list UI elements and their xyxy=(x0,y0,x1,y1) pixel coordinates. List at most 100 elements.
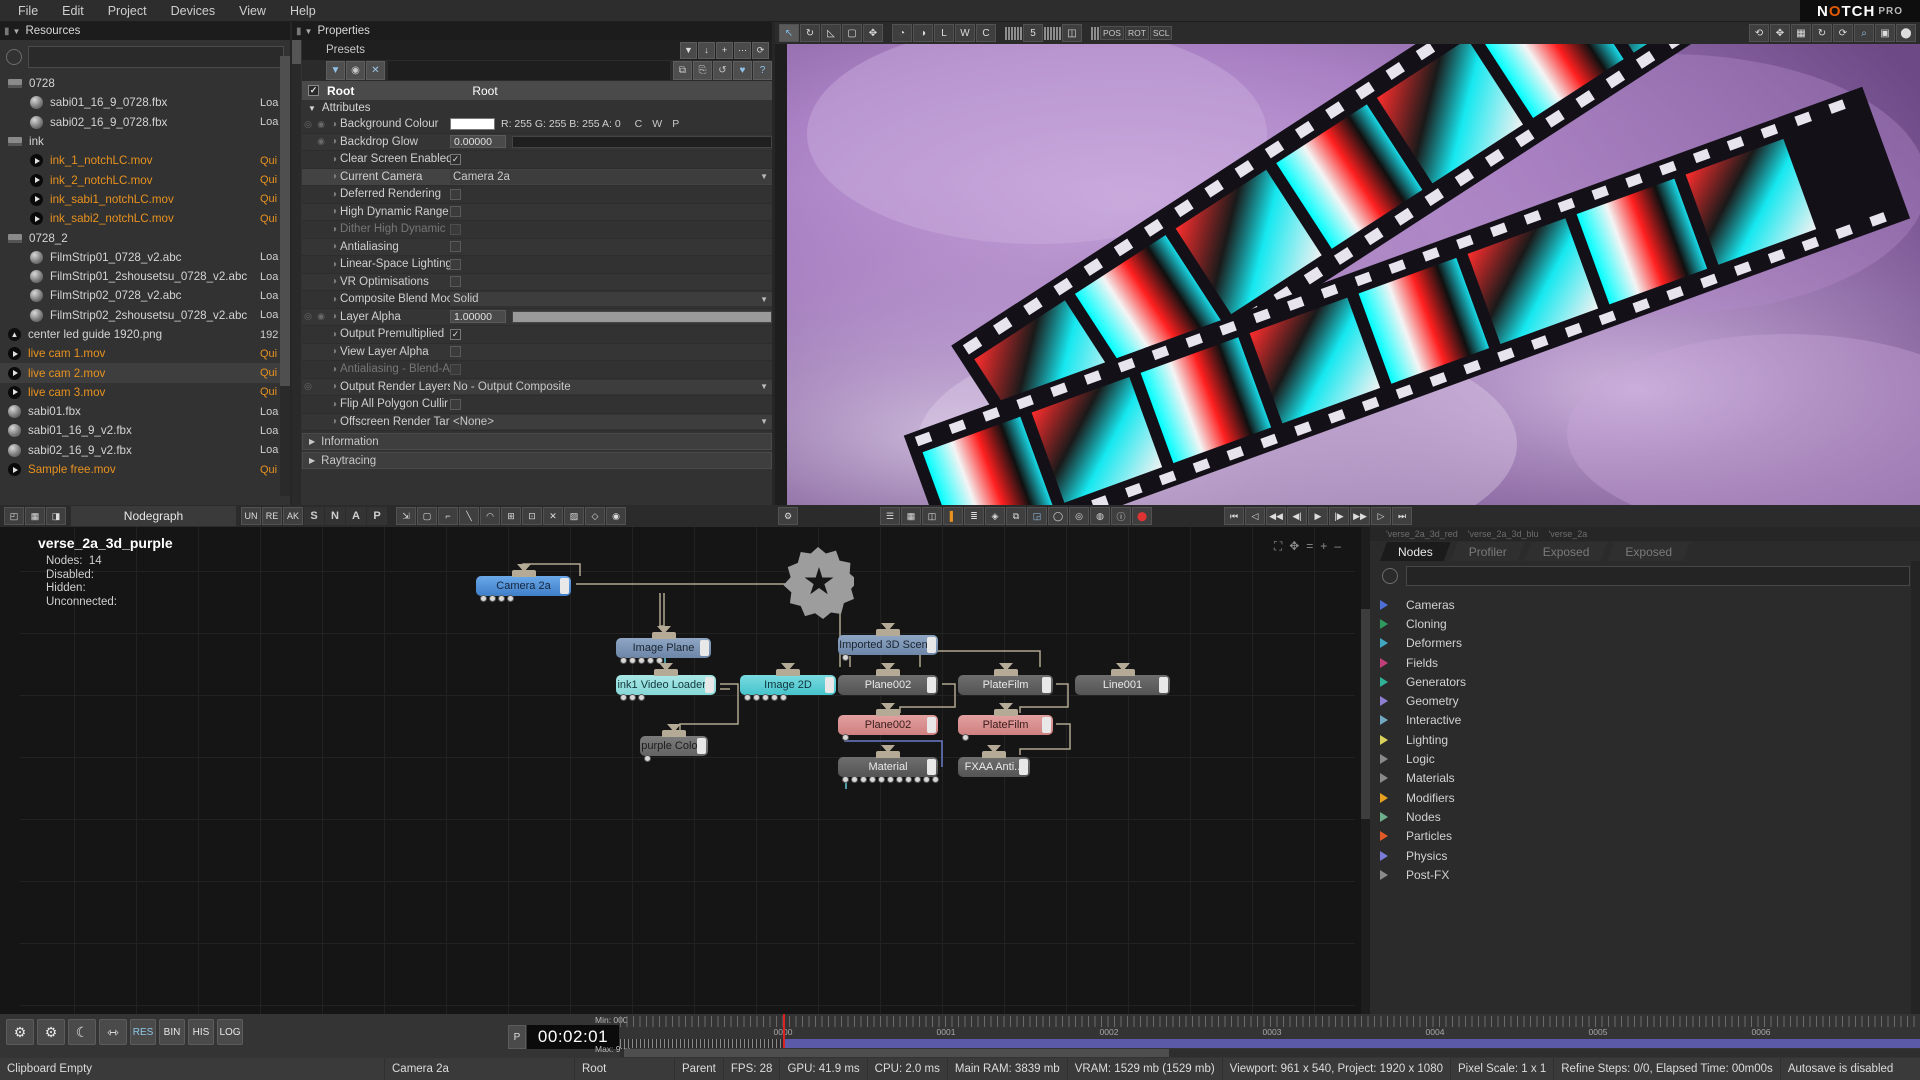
library-category-interactive[interactable]: Interactive xyxy=(1370,711,1920,730)
record-red-icon[interactable]: ⬤ xyxy=(1132,507,1152,525)
info-dot-icon[interactable]: ◑ xyxy=(328,206,340,217)
node-input-cap[interactable] xyxy=(651,632,676,639)
timeline-playhead[interactable] xyxy=(783,1014,785,1048)
node-output-port[interactable] xyxy=(1042,717,1051,733)
graph-node[interactable]: PlateFilm xyxy=(958,703,1053,741)
property-row[interactable]: ◑ Deferred Rendering xyxy=(302,186,772,204)
key-dot-icon[interactable]: ◉ xyxy=(314,119,328,130)
step-back-icon[interactable]: ◀| xyxy=(1287,507,1307,525)
hatch-icon[interactable]: ▨ xyxy=(564,507,584,525)
graph-node[interactable]: Image 2D xyxy=(740,663,836,701)
scl-ticks-icon[interactable] xyxy=(1091,24,1099,42)
node-group-gear[interactable] xyxy=(783,547,854,619)
properties-left-scrollbar[interactable] xyxy=(292,40,301,505)
orange-layer-icon[interactable]: ▌ xyxy=(943,507,963,525)
library-category-cameras[interactable]: Cameras xyxy=(1370,595,1920,614)
node-input-cap[interactable] xyxy=(993,709,1018,716)
attributes-header[interactable]: ▼ Attributes xyxy=(302,100,772,116)
moon-icon[interactable]: ☾ xyxy=(68,1019,96,1045)
library-tab-exposed[interactable]: Exposed xyxy=(1607,542,1690,561)
disc-icon[interactable]: ◍ xyxy=(1090,507,1110,525)
resource-item[interactable]: sabi01_16_9_0728.fbx Loa xyxy=(0,93,290,112)
move-icon[interactable]: ✥ xyxy=(1770,24,1790,42)
toggle-a[interactable]: A xyxy=(346,507,366,525)
node-input-cap[interactable] xyxy=(654,669,678,676)
node-input-cap[interactable] xyxy=(511,570,536,577)
keys-icon[interactable]: ⧉ xyxy=(1006,507,1026,525)
nodegraph-vertical-scrollbar[interactable] xyxy=(1361,527,1370,1014)
node-output-port[interactable] xyxy=(697,738,706,754)
graph-node[interactable]: ink1 Video Loader... xyxy=(616,663,716,701)
graph-node[interactable]: Plane002 xyxy=(838,663,938,695)
presets-collapse-icon[interactable]: ▼ xyxy=(680,41,697,59)
library-category-particles[interactable]: Particles xyxy=(1370,827,1920,846)
library-category-logic[interactable]: Logic xyxy=(1370,749,1920,768)
info-dot-icon[interactable]: ◑ xyxy=(328,399,340,410)
list-view-icon[interactable]: ☰ xyxy=(880,507,900,525)
curve-icon[interactable]: ◠ xyxy=(480,507,500,525)
property-row[interactable]: ◑ Composite Blend Moc Solid ▼ xyxy=(302,291,772,309)
corner-icon[interactable]: ⌐ xyxy=(438,507,458,525)
library-search-input[interactable] xyxy=(1406,566,1910,586)
plus-icon[interactable]: + xyxy=(1320,539,1327,554)
node-pins[interactable] xyxy=(842,734,849,741)
node-output-port[interactable] xyxy=(705,677,714,693)
timeline-scroll-thumb[interactable] xyxy=(624,1049,1169,1057)
graph-node[interactable]: FXAA Anti... xyxy=(958,745,1030,777)
property-row[interactable]: ◎ ◉ ◑ Background Colour R: 255 G: 255 B: 255… xyxy=(302,116,772,134)
resources-scroll-thumb[interactable] xyxy=(280,56,290,386)
node-output-port[interactable] xyxy=(1019,759,1028,775)
resource-item[interactable]: 0728 xyxy=(0,74,290,93)
resources-scrollbar[interactable] xyxy=(280,56,290,496)
resource-item[interactable]: FilmStrip01_2shousetsu_0728_v2.abc Loa xyxy=(0,267,290,286)
toggle-p[interactable]: P xyxy=(367,507,387,525)
menu-help[interactable]: Help xyxy=(278,2,328,20)
node-input-cap[interactable] xyxy=(876,629,900,636)
info-dot-icon[interactable]: ◑ xyxy=(328,171,340,182)
node-output-port[interactable] xyxy=(927,717,936,733)
node-output-port[interactable] xyxy=(700,640,709,656)
library-category-list[interactable]: Cameras Cloning Deformers Fields Generators G… xyxy=(1370,591,1920,884)
library-category-lighting[interactable]: Lighting xyxy=(1370,730,1920,749)
play-mode-button[interactable]: P xyxy=(508,1025,526,1049)
node-input-cap[interactable] xyxy=(876,669,900,676)
undo-icon[interactable]: ⟲ xyxy=(1749,24,1769,42)
viewport-render-canvas[interactable] xyxy=(787,44,1920,505)
section-information[interactable]: ▶ Information xyxy=(302,433,772,450)
property-row[interactable]: ◑ Linear-Space Lighting xyxy=(302,256,772,274)
resource-item[interactable]: FilmStrip02_0728_v2.abc Loa xyxy=(0,286,290,305)
fast-forward-icon[interactable]: ▶▶ xyxy=(1350,507,1370,525)
timeline-ruler[interactable]: 0000000100020003000400050006 xyxy=(620,1014,1920,1058)
properties-scroll-thumb[interactable] xyxy=(292,40,301,64)
info-dot-icon[interactable]: ◑ xyxy=(328,259,340,270)
timeline-icon[interactable]: ≣ xyxy=(964,507,984,525)
resource-item[interactable]: ink_sabi1_notchLC.mov Qui xyxy=(0,190,290,209)
lock-icon[interactable]: ◫ xyxy=(1062,24,1082,42)
audio-icon[interactable]: ⇿ xyxy=(99,1019,127,1045)
ring-icon[interactable]: ◎ xyxy=(1069,507,1089,525)
fit-icon[interactable]: ⛶ xyxy=(1274,539,1282,554)
nodegraph-breadcrumb-tabs[interactable]: 'verse_2a_3d_red 'verse_2a_3d_blu 'verse_2… xyxy=(1370,527,1920,541)
dropdown[interactable]: <None> ▼ xyxy=(450,414,772,429)
resources-search-input[interactable] xyxy=(28,46,284,68)
cross-icon[interactable]: ✕ xyxy=(543,507,563,525)
bin-button[interactable]: BIN xyxy=(159,1019,185,1045)
copy-icon[interactable]: ⧉ xyxy=(673,61,692,80)
grid-snap-value[interactable]: 5 xyxy=(1023,24,1043,42)
library-tab-exposed[interactable]: Exposed xyxy=(1525,542,1608,561)
search-icon[interactable]: ⌕ xyxy=(1854,24,1874,42)
checkbox[interactable] xyxy=(450,188,461,200)
menu-devices[interactable]: Devices xyxy=(159,2,227,20)
scale-tool-icon[interactable]: ◺ xyxy=(821,24,841,42)
dropdown[interactable]: Solid ▼ xyxy=(450,292,772,307)
property-row[interactable]: ◑ Flip All Polygon Cullir xyxy=(302,396,772,414)
node-output-port[interactable] xyxy=(927,759,936,775)
toggle-n[interactable]: N xyxy=(325,507,345,525)
next-key-icon[interactable]: ▷ xyxy=(1371,507,1391,525)
property-row[interactable]: ◑ VR Optimisations xyxy=(302,273,772,291)
dropdown[interactable]: Camera 2a ▼ xyxy=(450,169,772,184)
checkbox[interactable] xyxy=(450,398,461,410)
property-row[interactable]: ◑ Current Camera Camera 2a ▼ xyxy=(302,168,772,186)
equal-icon[interactable]: = xyxy=(1306,539,1313,554)
dropdown[interactable]: No - Output Composite ▼ xyxy=(450,379,772,394)
